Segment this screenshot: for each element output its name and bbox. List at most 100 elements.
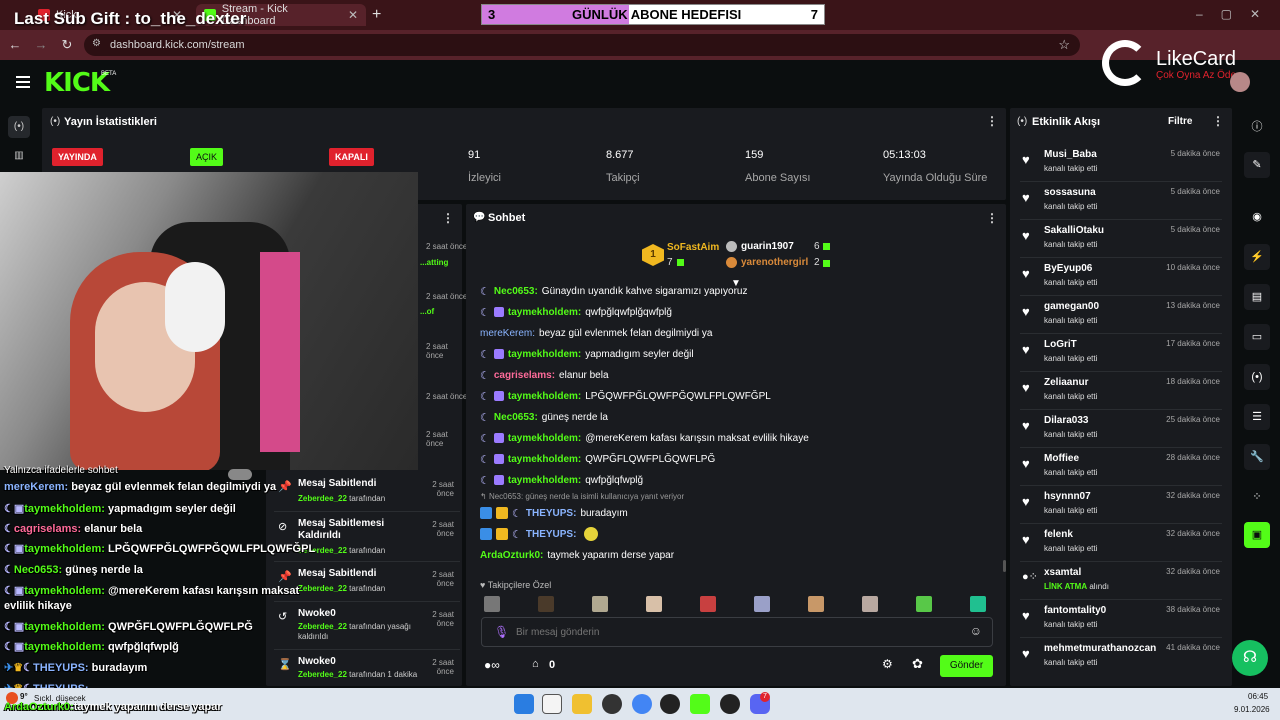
activity-item[interactable]: ♥ Dilara033 kanalı takip etti 25 dakika önc… <box>1020 410 1222 448</box>
new-tab-icon[interactable]: + <box>372 6 381 24</box>
chat-input[interactable] <box>516 624 956 640</box>
activity-item[interactable]: ●⁘ xsamtal LİNK ATMA alındı 32 dakika önce <box>1020 562 1222 600</box>
edit-icon[interactable]: ✎ <box>1244 152 1270 178</box>
avatar[interactable] <box>1230 72 1250 92</box>
layout-icon[interactable]: ☰ <box>1244 404 1270 430</box>
modlog-item[interactable]: ⌛ Nwoke0 Zeberdee_22 tarafından 1 dakika… <box>274 652 460 686</box>
url-field[interactable]: ⚙ dashboard.kick.com/stream ☆ <box>84 34 1080 56</box>
crown-badge-icon <box>496 507 508 519</box>
support-headset-icon[interactable]: ☊ <box>1232 640 1268 676</box>
emote-icon[interactable] <box>700 596 716 612</box>
chat-text: QWPĞFLQWFPLĞQWFLPĞ <box>585 453 716 465</box>
obs-icon[interactable] <box>602 694 622 714</box>
chat-message[interactable]: ☾ THEYUPS: buradayım <box>480 505 996 521</box>
settings-gear-icon[interactable]: ⚙ <box>882 657 893 671</box>
activity-item[interactable]: ♥ hsynnn07 kanalı takip etti 32 dakika önce <box>1020 486 1222 524</box>
activity-item[interactable]: ♥ Zeliaanur kanalı takip etti 18 dakika önc… <box>1020 372 1222 410</box>
more-options-icon[interactable]: ⋮ <box>986 114 998 128</box>
emote-icon[interactable] <box>484 596 500 612</box>
chat-scrollbar[interactable] <box>1003 560 1006 572</box>
chat-icon[interactable]: ▭ <box>1244 324 1270 350</box>
chat-message[interactable]: ☾ taymekholdem: QWPĞFLQWFPLĞQWFLPĞ <box>480 451 996 467</box>
activity-item[interactable]: ♥ Musi_Baba kanalı takip etti 5 dakika önce <box>1020 144 1222 182</box>
send-button[interactable]: Gönder <box>940 655 993 677</box>
document-icon[interactable]: ▤ <box>1244 284 1270 310</box>
broadcast-icon[interactable]: (•) <box>1244 364 1270 390</box>
activity-item[interactable]: ♥ Moffiee kanalı takip etti 28 dakika önce <box>1020 448 1222 486</box>
app-g-icon[interactable] <box>660 694 680 714</box>
toggle-switch[interactable] <box>228 469 252 480</box>
activity-item[interactable]: ♥ sossasuna kanalı takip etti 5 dakika önce <box>1020 182 1222 220</box>
more-options-icon[interactable]: ⋮ <box>986 211 998 225</box>
forward-icon[interactable]: → <box>32 36 50 54</box>
chat-message[interactable]: ☾ Nec0653: güneş nerde la <box>480 409 996 425</box>
emote-icon[interactable] <box>862 596 878 612</box>
lightning-icon[interactable]: ⚡ <box>1244 244 1270 270</box>
kick-logo[interactable]: KICK <box>44 68 110 98</box>
third-gifter-name[interactable]: yarenothergirl <box>741 257 808 268</box>
activity-item[interactable]: ♥ LoGriT kanalı takip etti 17 dakika önce <box>1020 334 1222 372</box>
top-gifter-name[interactable]: SoFastAim <box>667 242 719 253</box>
emote-icon[interactable] <box>808 596 824 612</box>
chat-message[interactable]: mereKerem: beyaz gül evlenmek felan degil… <box>480 325 996 341</box>
filter-button[interactable]: Filtre <box>1168 116 1192 127</box>
chrome-icon[interactable] <box>632 694 652 714</box>
activity-item[interactable]: ♥ SakalliOtaku kanalı takip etti 5 dakika ö… <box>1020 220 1222 258</box>
activity-time: 5 dakika önce <box>1170 149 1220 158</box>
emote-icon[interactable] <box>646 596 662 612</box>
chat-message[interactable]: ☾ Nec0653: Günaydın uyandık kahve sigaramı… <box>480 284 996 298</box>
emote-icon[interactable] <box>592 596 608 612</box>
microphone-icon[interactable]: 🎙 <box>494 625 509 639</box>
chat-message[interactable]: ☾ taymekholdem: LPĞQWFPĞLQWFPĞQWLFPLQWFĞPL <box>480 388 996 404</box>
activity-item[interactable]: ♥ felenk kanalı takip etti 32 dakika önce <box>1020 524 1222 562</box>
emote-icon[interactable] <box>538 596 554 612</box>
bookmark-star-icon[interactable]: ☆ <box>1058 37 1070 53</box>
chat-message[interactable]: ArdaOzturk0: taymek yaparım derse yapar <box>480 547 996 563</box>
chat-text: taymek yaparım derse yapar <box>547 549 675 561</box>
chat-input-box[interactable]: 🎙 ☺ <box>481 617 993 647</box>
points-icon[interactable]: ⁘ <box>1244 484 1270 510</box>
green-app-icon[interactable]: ▣ <box>1244 522 1270 548</box>
close-tab-icon[interactable]: ✕ <box>348 8 358 22</box>
kick-app-icon[interactable] <box>690 694 710 714</box>
modlog-item[interactable]: ↺ Nwoke0 Zeberdee_22 tarafından yasağı k… <box>274 604 460 650</box>
reload-icon[interactable]: ↻ <box>58 36 76 54</box>
store-icon[interactable]: ⌂ <box>532 658 539 670</box>
chat-message[interactable]: ☾ taymekholdem: @mereKerem kafası karışsın… <box>480 430 996 446</box>
site-info-icon[interactable]: ⚙ <box>92 38 101 49</box>
activity-item[interactable]: ♥ gamegan00 kanalı takip etti 13 dakika önc… <box>1020 296 1222 334</box>
wrench-icon[interactable]: 🔧 <box>1244 444 1270 470</box>
more-options-icon[interactable]: ⋮ <box>442 211 454 225</box>
chat-message[interactable]: ☾ taymekholdem: qwfpğlqwfplğqwfplğ <box>480 304 996 320</box>
windows-start-icon[interactable] <box>514 694 534 714</box>
file-explorer-icon[interactable] <box>572 694 592 714</box>
broadcast-icon[interactable]: (•) <box>8 116 30 138</box>
task-view-icon[interactable] <box>542 694 562 714</box>
back-icon[interactable]: ← <box>6 36 24 54</box>
gift-badge-icon <box>493 349 504 359</box>
activity-item[interactable]: ♥ mehmetmurathanozcan kanalı takip etti 41 … <box>1020 638 1222 676</box>
app-g2-icon[interactable] <box>720 694 740 714</box>
quick-emote-icon[interactable]: ✿ <box>912 656 923 672</box>
modlog-item[interactable]: 📌 Mesaj Sabitlendi Zeberdee_22 tarafında… <box>274 474 460 512</box>
menu-icon[interactable] <box>16 76 30 88</box>
window-controls-icon[interactable]: –▢✕ <box>1196 7 1278 21</box>
camera-icon[interactable]: ◉ <box>1244 204 1270 230</box>
channel-points-icon[interactable]: ●∞ <box>484 658 500 672</box>
activity-item[interactable]: ♥ fantomtality0 kanalı takip etti 38 dakika… <box>1020 600 1222 638</box>
stats-icon[interactable]: ▥ <box>8 145 30 167</box>
chat-message[interactable]: ☾ taymekholdem: yapmadıgım seyler değil <box>480 346 996 362</box>
more-options-icon[interactable]: ⋮ <box>1212 114 1224 128</box>
modlog-item[interactable]: 📌 Mesaj Sabitlendi Zeberdee_22 tarafında… <box>274 564 460 602</box>
info-icon[interactable]: ⓘ <box>1244 114 1270 140</box>
emote-icon[interactable] <box>916 596 932 612</box>
second-gifter-name[interactable]: guarin1907 <box>741 241 794 252</box>
chat-message[interactable]: ☾ THEYUPS: <box>480 526 996 542</box>
chat-message[interactable]: ☾ taymekholdem: qwfpğlqfwplğ <box>480 472 996 488</box>
emote-icon[interactable] <box>754 596 770 612</box>
emoji-picker-icon[interactable]: ☺ <box>970 624 982 638</box>
chat-message[interactable]: ☾ cagriselams: elanur bela <box>480 367 996 383</box>
modlog-time: 2 saat önce <box>432 610 454 628</box>
emote-icon[interactable] <box>970 596 986 612</box>
activity-item[interactable]: ♥ ByEyup06 kanalı takip etti 10 dakika önce <box>1020 258 1222 296</box>
